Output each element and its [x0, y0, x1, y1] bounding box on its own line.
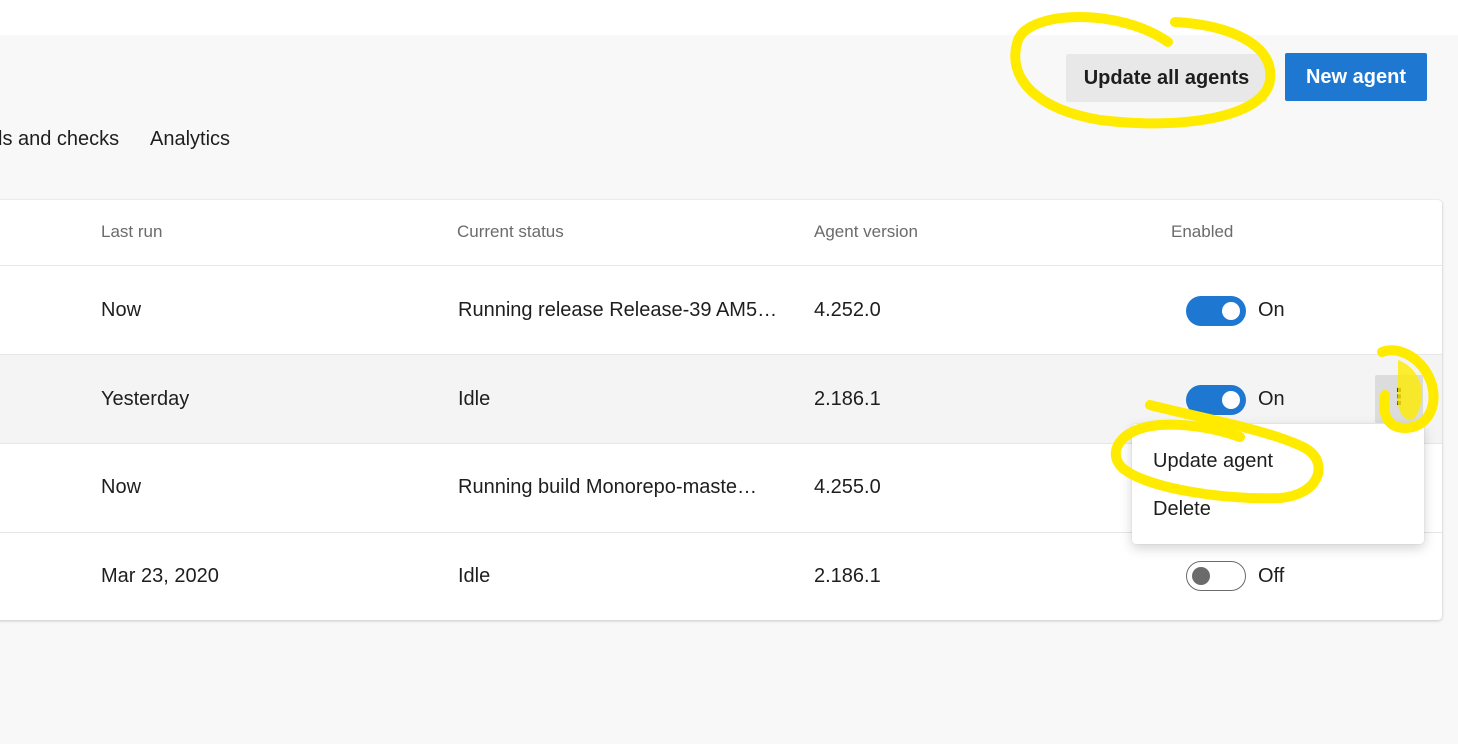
version-cell: 2.186.1 — [814, 388, 881, 410]
status-cell: Idle — [458, 565, 491, 587]
column-header-current-status[interactable]: Current status — [457, 222, 564, 242]
new-agent-button[interactable]: New agent — [1285, 53, 1427, 101]
status-cell: Idle — [458, 388, 491, 410]
last-run-cell: Yesterday — [101, 388, 190, 410]
toggle-knob — [1222, 302, 1240, 320]
top-bar — [0, 0, 1458, 35]
enabled-toggle[interactable] — [1186, 296, 1246, 326]
enabled-toggle[interactable] — [1186, 561, 1246, 591]
update-agent-menu-item[interactable]: Update agent — [1153, 450, 1273, 473]
last-run-cell: Now — [101, 476, 142, 498]
version-cell: 2.186.1 — [814, 565, 881, 587]
context-menu: Update agent Delete — [1132, 424, 1424, 544]
status-cell: Running build Monorepo-maste… — [458, 476, 758, 498]
enabled-label: On — [1258, 388, 1285, 410]
version-cell: 4.252.0 — [814, 299, 881, 321]
enabled-toggle[interactable] — [1186, 385, 1246, 415]
column-header-agent-version[interactable]: Agent version — [814, 222, 918, 242]
column-header-enabled[interactable]: Enabled — [1171, 222, 1233, 242]
enabled-label: Off — [1258, 565, 1285, 587]
more-options-icon[interactable]: ⋮ — [1375, 375, 1423, 423]
tab-approvals-and-checks[interactable]: ls and checks — [0, 128, 119, 151]
column-header-last-run[interactable]: Last run — [101, 222, 162, 242]
update-all-agents-button[interactable]: Update all agents — [1066, 54, 1267, 102]
delete-menu-item[interactable]: Delete — [1153, 498, 1211, 521]
last-run-cell: Mar 23, 2020 — [101, 565, 219, 587]
tab-analytics[interactable]: Analytics — [150, 128, 230, 151]
toggle-knob — [1222, 391, 1240, 409]
toggle-knob — [1192, 566, 1210, 585]
status-cell: Running release Release-39 AM5… — [458, 299, 778, 321]
version-cell: 4.255.0 — [814, 476, 881, 498]
last-run-cell: Now — [101, 299, 142, 321]
enabled-label: On — [1258, 299, 1285, 321]
